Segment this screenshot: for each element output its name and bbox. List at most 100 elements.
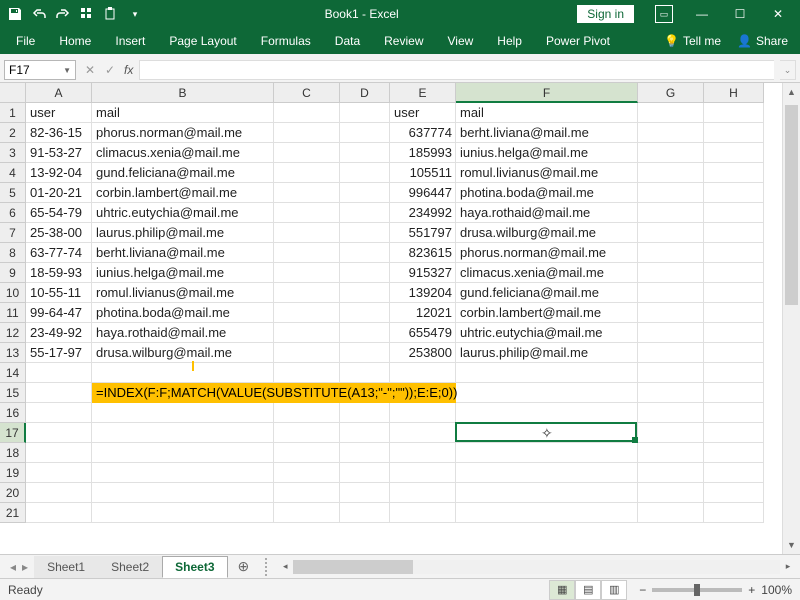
cell-value[interactable]: 91-53-27 <box>26 143 92 163</box>
cell[interactable] <box>340 103 390 123</box>
cell[interactable] <box>638 203 704 223</box>
cell[interactable] <box>638 363 704 383</box>
cell[interactable] <box>92 403 274 423</box>
cell[interactable] <box>340 203 390 223</box>
cell[interactable] <box>638 323 704 343</box>
row-header[interactable]: 17 <box>0 423 26 443</box>
cell[interactable] <box>274 303 340 323</box>
cell[interactable] <box>274 283 340 303</box>
sheet-nav-prev-icon[interactable]: ◂ <box>10 560 16 574</box>
cell[interactable] <box>274 183 340 203</box>
cell[interactable] <box>456 443 638 463</box>
maximize-button[interactable]: ☐ <box>722 0 758 28</box>
cell-value[interactable]: 637774 <box>390 123 456 143</box>
row-header[interactable]: 7 <box>0 223 26 243</box>
cell[interactable] <box>704 363 764 383</box>
cell[interactable] <box>704 463 764 483</box>
cell-value[interactable]: photina.boda@mail.me <box>456 183 638 203</box>
row-header[interactable]: 14 <box>0 363 26 383</box>
cell[interactable] <box>340 163 390 183</box>
cell-value[interactable]: 915327 <box>390 263 456 283</box>
cell[interactable] <box>274 103 340 123</box>
cell[interactable] <box>340 423 390 443</box>
tab-view[interactable]: View <box>436 28 486 54</box>
cell[interactable] <box>638 403 704 423</box>
cell-value[interactable]: 25-38-00 <box>26 223 92 243</box>
cell[interactable] <box>704 403 764 423</box>
qat-paste-icon[interactable] <box>100 3 122 25</box>
scroll-left-icon[interactable]: ◂ <box>277 561 293 572</box>
cell-value[interactable]: 13-92-04 <box>26 163 92 183</box>
cell[interactable] <box>274 123 340 143</box>
cell[interactable] <box>92 503 274 523</box>
cell-value[interactable]: mail <box>456 103 638 123</box>
cell[interactable] <box>26 483 92 503</box>
cell[interactable] <box>274 423 340 443</box>
new-sheet-button[interactable]: ⊕ <box>228 558 260 575</box>
tab-formulas[interactable]: Formulas <box>249 28 323 54</box>
cell[interactable] <box>704 223 764 243</box>
page-layout-view-icon[interactable]: ▤ <box>575 580 601 600</box>
cell[interactable] <box>456 363 638 383</box>
cell[interactable] <box>26 443 92 463</box>
cell-value[interactable]: iunius.helga@mail.me <box>456 143 638 163</box>
highlighted-formula-cell[interactable]: =INDEX(F:F;MATCH(VALUE(SUBSTITUTE(A13;"-… <box>92 383 456 403</box>
cell[interactable] <box>340 303 390 323</box>
row-header[interactable]: 8 <box>0 243 26 263</box>
cell-value[interactable]: romul.livianus@mail.me <box>92 283 274 303</box>
row-header[interactable]: 6 <box>0 203 26 223</box>
cell[interactable] <box>704 143 764 163</box>
cell[interactable] <box>456 383 638 403</box>
cell[interactable] <box>638 283 704 303</box>
sheet-tab[interactable]: Sheet3 <box>162 556 227 578</box>
cell[interactable] <box>274 363 340 383</box>
cell-value[interactable]: corbin.lambert@mail.me <box>456 303 638 323</box>
cell-value[interactable]: 253800 <box>390 343 456 363</box>
cell[interactable] <box>638 243 704 263</box>
cell[interactable] <box>26 383 92 403</box>
cancel-icon[interactable]: ✕ <box>82 63 98 77</box>
row-header[interactable]: 3 <box>0 143 26 163</box>
row-header[interactable]: 15 <box>0 383 26 403</box>
sheet-tab[interactable]: Sheet1 <box>34 556 98 578</box>
cell[interactable] <box>638 343 704 363</box>
cell-value[interactable]: 823615 <box>390 243 456 263</box>
row-header[interactable]: 12 <box>0 323 26 343</box>
cell-value[interactable]: laurus.philip@mail.me <box>92 223 274 243</box>
cell-value[interactable]: 65-54-79 <box>26 203 92 223</box>
cell[interactable] <box>92 363 274 383</box>
cell-value[interactable]: 996447 <box>390 183 456 203</box>
cell[interactable] <box>704 163 764 183</box>
cell-value[interactable]: 105511 <box>390 163 456 183</box>
cell-value[interactable]: 185993 <box>390 143 456 163</box>
cell-value[interactable]: drusa.wilburg@mail.me <box>456 223 638 243</box>
cell-value[interactable]: mail <box>92 103 274 123</box>
row-header[interactable]: 16 <box>0 403 26 423</box>
cell[interactable] <box>704 283 764 303</box>
cell[interactable] <box>456 423 638 443</box>
cell-value[interactable]: 18-59-93 <box>26 263 92 283</box>
cell-value[interactable]: phorus.norman@mail.me <box>456 243 638 263</box>
accept-icon[interactable]: ✓ <box>102 63 118 77</box>
cell[interactable] <box>456 483 638 503</box>
cell[interactable] <box>92 443 274 463</box>
cell[interactable] <box>340 403 390 423</box>
cell[interactable] <box>340 183 390 203</box>
zoom-out-button[interactable]: − <box>639 583 646 597</box>
row-header[interactable]: 13 <box>0 343 26 363</box>
column-header[interactable]: G <box>638 83 704 103</box>
cell-value[interactable]: iunius.helga@mail.me <box>92 263 274 283</box>
cell[interactable] <box>704 203 764 223</box>
cell[interactable] <box>340 463 390 483</box>
cell-value[interactable]: romul.livianus@mail.me <box>456 163 638 183</box>
tab-file[interactable]: File <box>4 28 47 54</box>
close-button[interactable]: ✕ <box>760 0 796 28</box>
cell[interactable] <box>704 183 764 203</box>
column-header[interactable]: B <box>92 83 274 103</box>
horizontal-scrollbar[interactable]: ◂ ▸ <box>277 560 796 574</box>
cell[interactable] <box>704 383 764 403</box>
tab-data[interactable]: Data <box>323 28 372 54</box>
signin-button[interactable]: Sign in <box>577 5 634 23</box>
row-header[interactable]: 10 <box>0 283 26 303</box>
cell-value[interactable]: drusa.wilburg@mail.me <box>92 343 274 363</box>
